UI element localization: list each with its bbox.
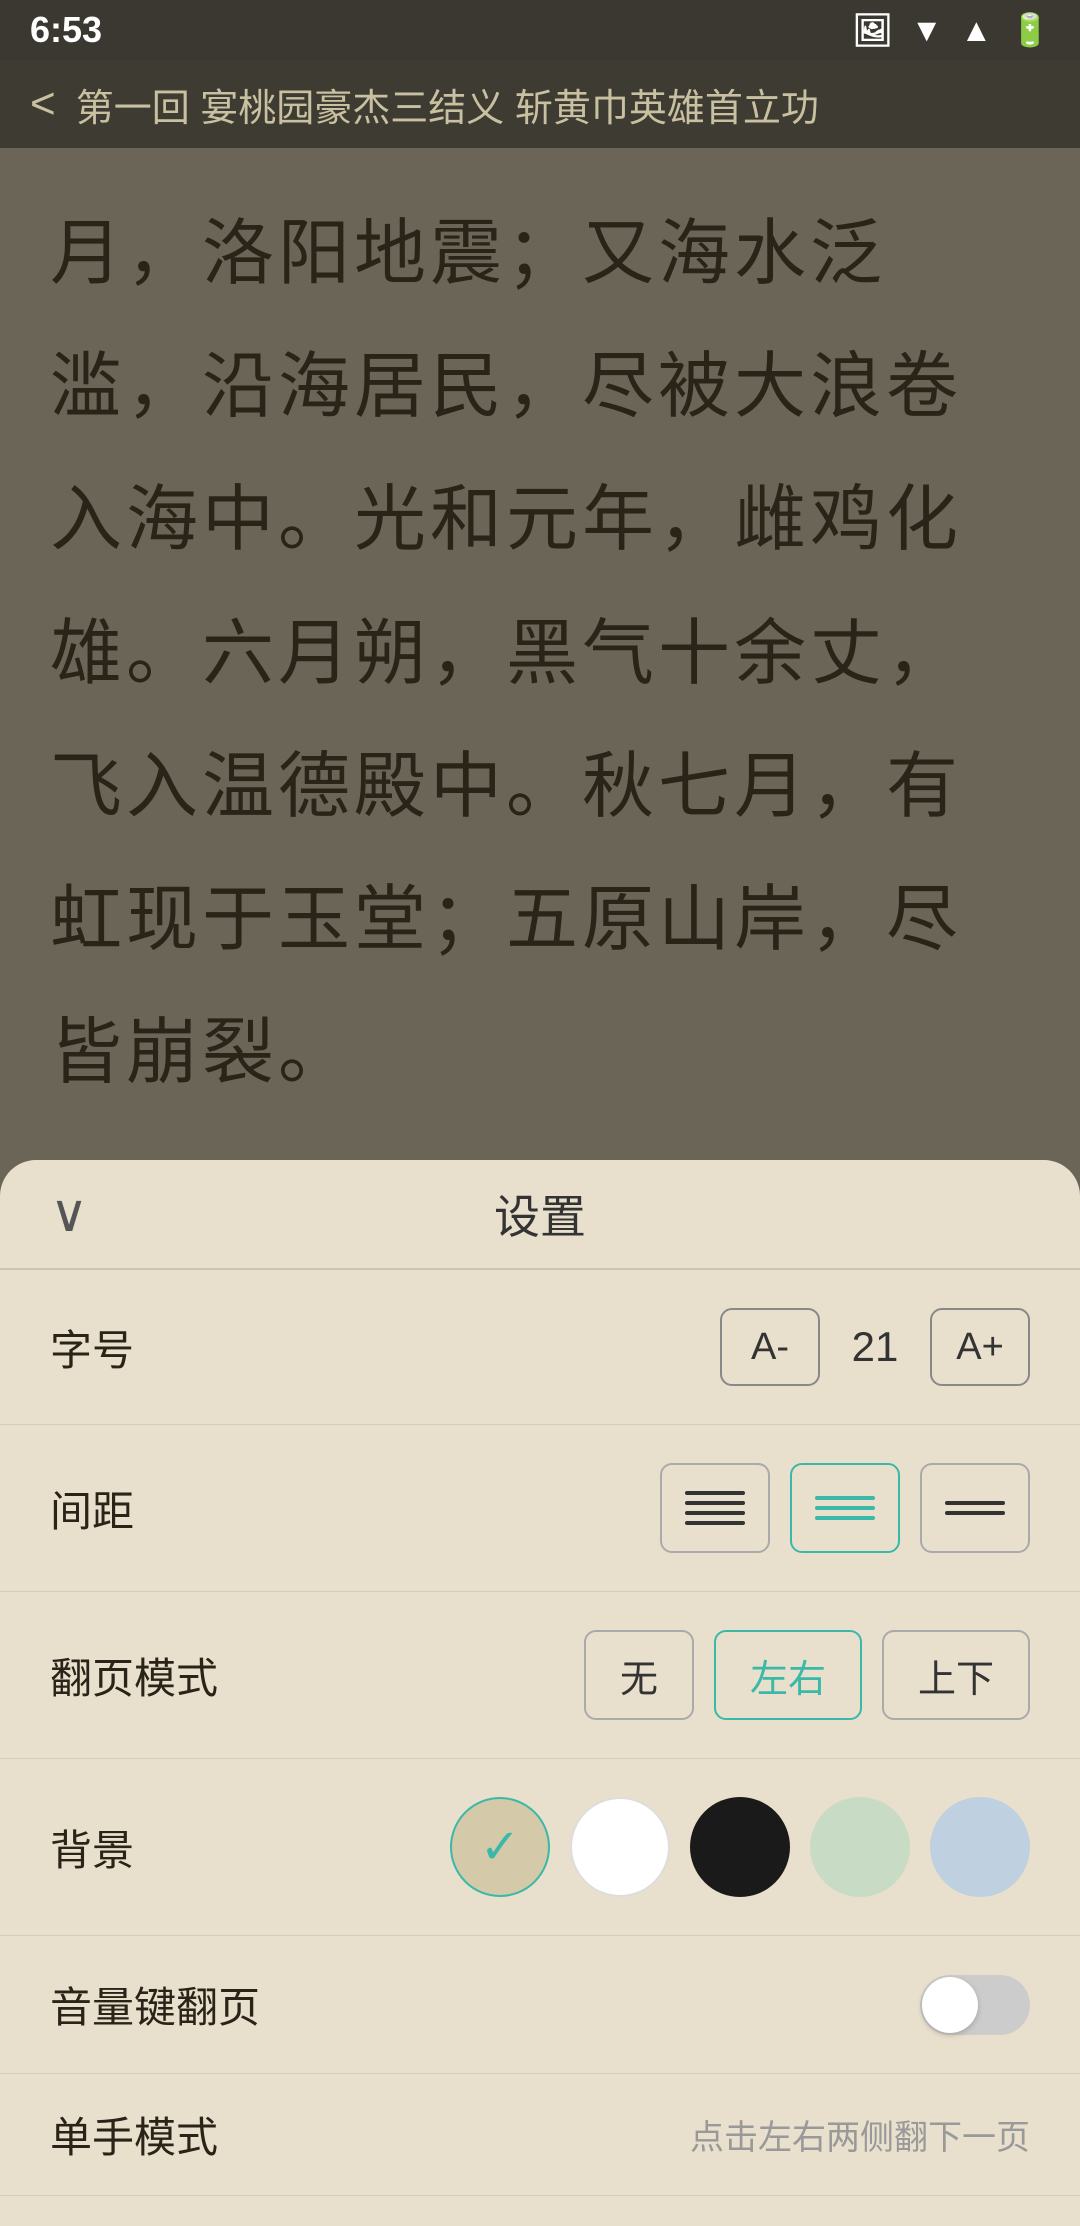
bg-color-black[interactable] (690, 1797, 790, 1897)
line2 (815, 1506, 875, 1510)
line2 (945, 1511, 1005, 1515)
font-size-value: 21 (840, 1323, 910, 1371)
single-hand-row: 单手模式 点击左右两侧翻下一页 (0, 2074, 1080, 2196)
toggle-knob (922, 1977, 978, 2033)
line4 (685, 1521, 745, 1525)
volume-flip-label: 音量键翻页 (50, 1974, 920, 2035)
bg-color-green[interactable] (810, 1797, 910, 1897)
font-size-controls: A- 21 A+ (720, 1308, 1030, 1386)
spacing-loose-icon (945, 1501, 1005, 1515)
font-decrease-button[interactable]: A- (720, 1308, 820, 1386)
settings-panel: ∨ 设置 字号 A- 21 A+ 间距 (0, 1160, 1080, 2226)
wifi-icon: ▼ (911, 12, 943, 49)
page-mode-label: 翻页模式 (50, 1645, 584, 1706)
line3 (815, 1516, 875, 1520)
page-mode-none-button[interactable]: 无 (584, 1630, 694, 1720)
chapter-title: 第一回 宴桃园豪杰三结义 斩黄巾英雄首立功 (76, 77, 1050, 132)
settings-close-button[interactable]: ∨ (50, 1184, 88, 1244)
spacing-medium-icon (815, 1496, 875, 1520)
bg-color-white[interactable] (570, 1797, 670, 1897)
spacing-dense-button[interactable] (660, 1463, 770, 1553)
font-size-row: 字号 A- 21 A+ (0, 1270, 1080, 1425)
font-increase-button[interactable]: A+ (930, 1308, 1030, 1386)
settings-header: ∨ 设置 (0, 1160, 1080, 1270)
spacing-controls (660, 1463, 1030, 1553)
spacing-loose-button[interactable] (920, 1463, 1030, 1553)
nav-bar: < 第一回 宴桃园豪杰三结义 斩黄巾英雄首立功 (0, 60, 1080, 148)
font-size-label: 字号 (50, 1317, 720, 1378)
background-controls: ✓ (450, 1797, 1030, 1897)
background-row: 背景 ✓ (0, 1759, 1080, 1936)
page-mode-controls: 无 左右 上下 (584, 1630, 1030, 1720)
status-time: 6:53 (30, 9, 102, 51)
reader-content: 月，洛阳地震；又海水泛滥，沿海居民，尽被大浪卷入海中。光和元年，雌鸡化雄。六月朔… (0, 148, 1080, 1160)
image-icon: 🖼 (852, 11, 893, 49)
battery-icon: 🔋 (1010, 11, 1050, 49)
spacing-medium-button[interactable] (790, 1463, 900, 1553)
line1 (945, 1501, 1005, 1505)
single-hand-hint: 点击左右两侧翻下一页 (690, 2110, 1030, 2159)
page-mode-row: 翻页模式 无 左右 上下 (0, 1592, 1080, 1759)
single-hand-label: 单手模式 (50, 2104, 670, 2165)
line3 (685, 1511, 745, 1515)
page-mode-ud-button[interactable]: 上下 (882, 1630, 1030, 1720)
signal-icon: ▲ (960, 12, 992, 49)
status-icons: 🖼 ▼ ▲ 🔋 (852, 11, 1050, 49)
line1 (685, 1491, 745, 1495)
line2 (685, 1501, 745, 1505)
spacing-label: 间距 (50, 1478, 660, 1539)
check-icon: ✓ (480, 1819, 520, 1875)
back-button[interactable]: < (30, 79, 56, 129)
volume-flip-row: 音量键翻页 (0, 1936, 1080, 2074)
bg-color-beige[interactable]: ✓ (450, 1797, 550, 1897)
spacing-dense-icon (685, 1491, 745, 1525)
line1 (815, 1496, 875, 1500)
bg-color-blue[interactable] (930, 1797, 1030, 1897)
status-bar: 6:53 🖼 ▼ ▲ 🔋 (0, 0, 1080, 60)
settings-title: 设置 (494, 1181, 586, 1247)
spacing-row: 间距 (0, 1425, 1080, 1592)
background-label: 背景 (50, 1817, 450, 1878)
volume-flip-toggle[interactable] (920, 1975, 1030, 2035)
reader-text: 月，洛阳地震；又海水泛滥，沿海居民，尽被大浪卷入海中。光和元年，雌鸡化雄。六月朔… (50, 188, 1030, 1120)
page-mode-lr-button[interactable]: 左右 (714, 1630, 862, 1720)
